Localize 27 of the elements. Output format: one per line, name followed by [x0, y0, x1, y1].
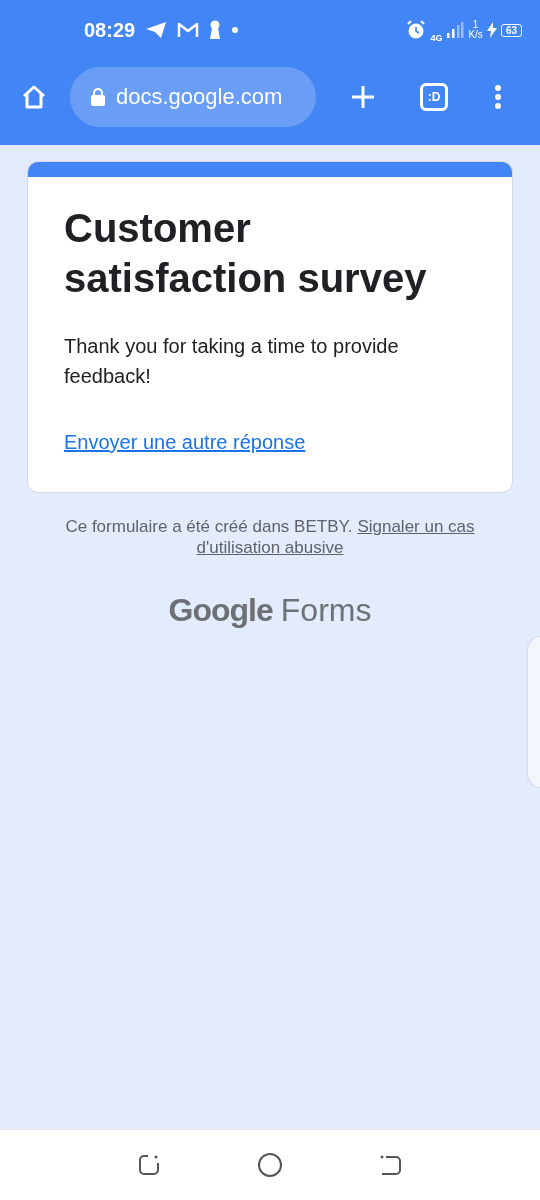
alarm-icon: [406, 20, 427, 40]
keyhole-icon: [209, 20, 222, 40]
more-icon: [494, 83, 502, 110]
logo-product: Forms: [280, 592, 372, 629]
clock-time: 08:29: [84, 18, 136, 42]
dot-icon: [231, 26, 240, 34]
report-abuse-link[interactable]: d'utilisation abusive: [196, 537, 344, 558]
battery-level: 63: [500, 23, 522, 37]
speed-unit: K/s: [468, 30, 483, 40]
back-button[interactable]: [379, 1153, 403, 1177]
another-response-link[interactable]: Envoyer une autre réponse: [64, 431, 306, 454]
url-text: docs.google.com: [116, 83, 283, 110]
confirmation-message: Thank you for taking a time to provide feedback!: [64, 334, 400, 389]
mail-icon: [177, 22, 200, 38]
lock-icon: [90, 86, 106, 107]
logo-brand: Google: [168, 592, 273, 629]
home-nav-button[interactable]: [257, 1152, 283, 1178]
paper-plane-icon: [145, 21, 168, 39]
speed-value: 1: [472, 20, 479, 30]
network-label: 4G: [430, 33, 443, 43]
footer-text: Ce formulaire a été créé dans BETBY.: [65, 516, 353, 537]
signal-icon: [446, 22, 465, 38]
report-abuse-link[interactable]: Signaler un cas: [357, 516, 475, 537]
tab-switcher-button[interactable]: :D: [420, 82, 448, 111]
form-title: Customer satisfaction survey: [64, 205, 428, 302]
address-bar[interactable]: docs.google.com: [70, 66, 316, 127]
recents-button[interactable]: [137, 1153, 161, 1177]
